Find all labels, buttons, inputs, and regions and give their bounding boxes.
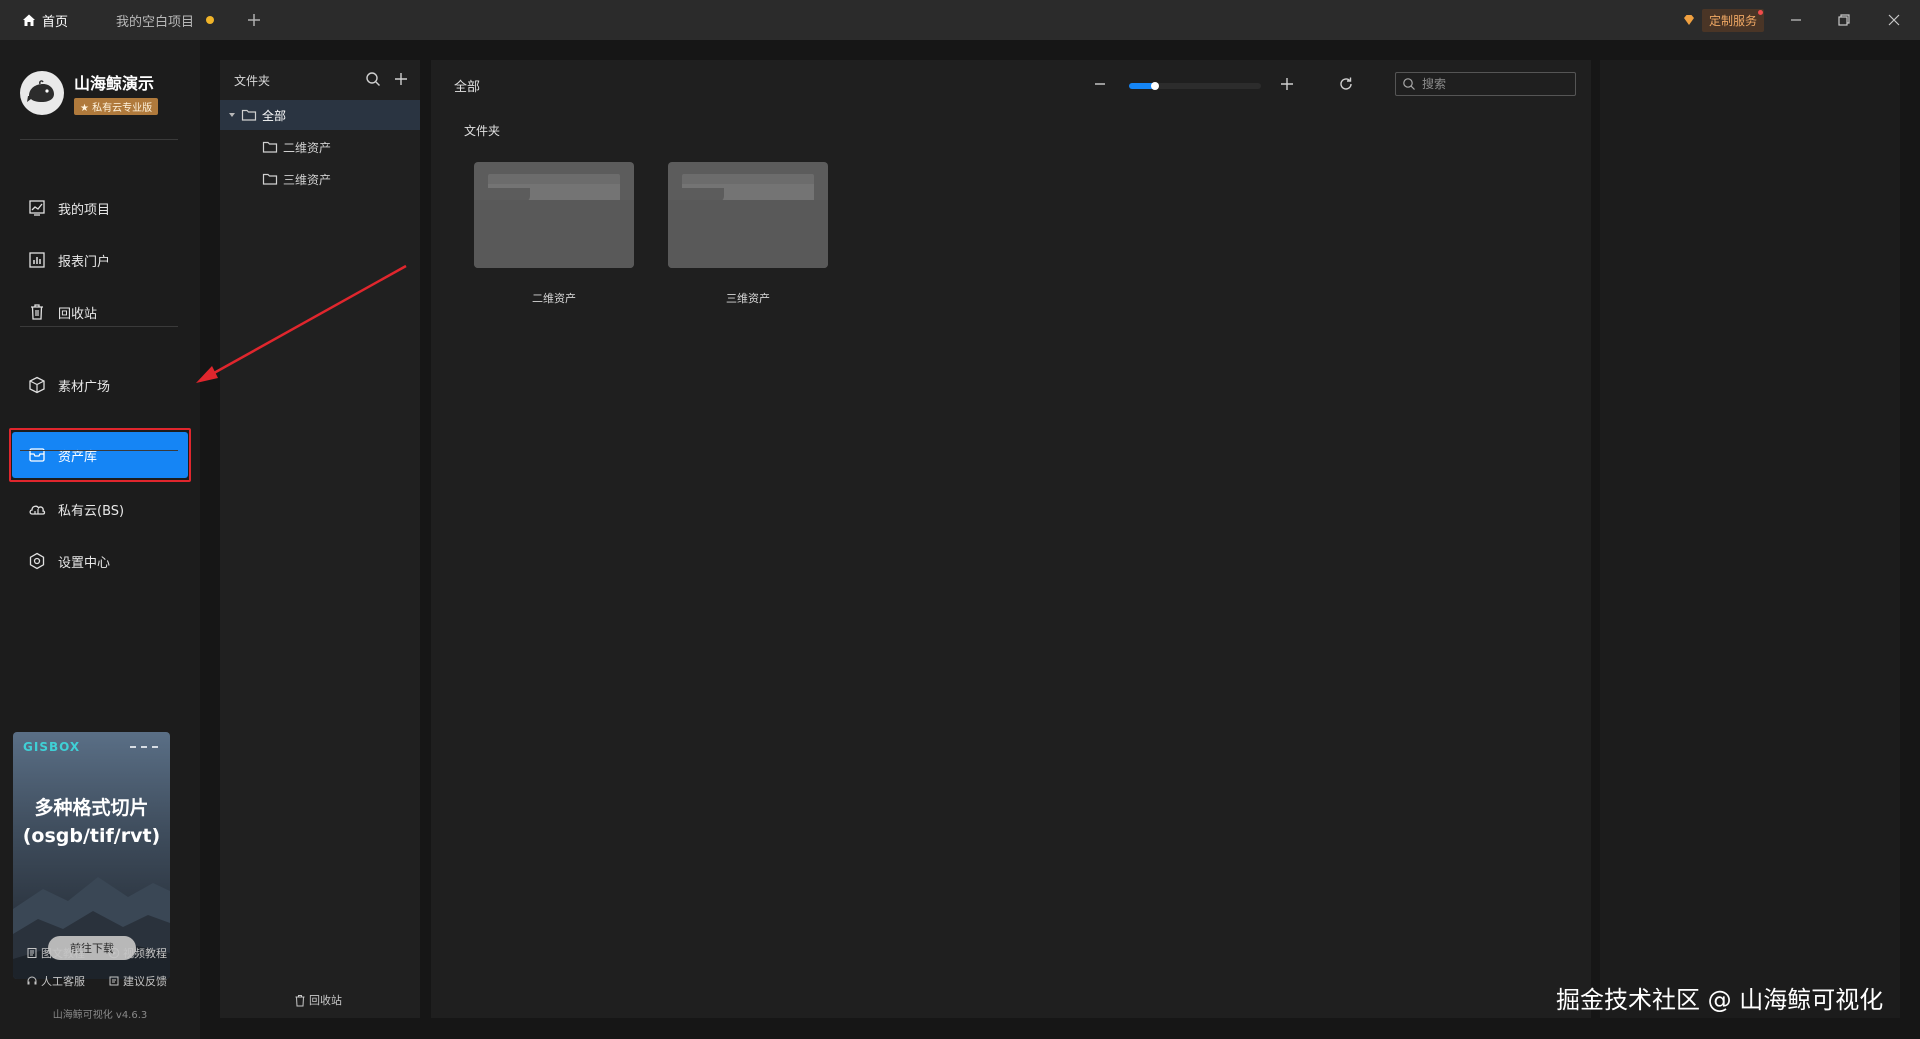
folder-recycle-bin[interactable]: 回收站 — [294, 992, 342, 1008]
add-folder-icon[interactable] — [392, 70, 410, 88]
sidebar-item-private-cloud[interactable]: 私有云(BS) — [12, 486, 188, 532]
promo-line-2: (osgb/tif/rvt) — [22, 825, 161, 847]
section-label-folders: 文件夹 — [464, 124, 501, 138]
search-icon — [1403, 78, 1415, 90]
folder-card-2d-assets[interactable]: 二维资产 — [474, 162, 634, 306]
divider — [20, 450, 178, 451]
sidebar-item-label: 素材广场 — [58, 379, 111, 395]
diamond-icon — [1684, 15, 1694, 25]
promo-card[interactable]: GISBOX 多种格式切片 (osgb/tif/rvt) 前往下载 — [13, 732, 170, 979]
sidebar-item-label: 报表门户 — [58, 254, 111, 270]
caret-down-icon[interactable] — [228, 111, 236, 119]
detail-panel — [1600, 60, 1900, 1018]
folder-thumbnail-icon — [474, 162, 634, 268]
tree-item-label: 二维资产 — [283, 140, 332, 155]
sidebar-item-my-projects[interactable]: 我的项目 — [12, 185, 188, 231]
zoom-out-icon[interactable] — [1090, 74, 1110, 94]
sidebar-item-recycle-bin[interactable]: 回收站 — [12, 289, 188, 335]
folder-panel: 文件夹 全部 二维资产 三维资产 回收站 — [220, 60, 420, 1018]
tab-project-label: 我的空白项目 — [116, 14, 195, 30]
cloud-icon — [29, 505, 46, 515]
folder-icon — [262, 173, 278, 185]
tree-item-3d-assets[interactable]: 三维资产 — [220, 164, 420, 194]
tab-project[interactable]: 我的空白项目 — [116, 0, 215, 40]
tab-home-label: 首页 — [42, 14, 69, 30]
zoom-slider-thumb[interactable] — [1151, 82, 1159, 90]
feedback-icon — [109, 976, 119, 986]
brand: 山海鲸演示 ★ 私有云专业版 — [20, 70, 159, 115]
sidebar-item-report-portal[interactable]: 报表门户 — [12, 237, 188, 283]
document-icon — [27, 948, 37, 958]
promo-brand: GISBOX — [23, 740, 81, 754]
support-label: 人工客服 — [41, 975, 85, 988]
zoom-in-icon[interactable] — [1277, 74, 1297, 94]
refresh-icon[interactable] — [1336, 74, 1356, 94]
whale-logo-icon — [20, 70, 64, 115]
title-bar: 首页 我的空白项目 定制服务 — [0, 0, 1920, 40]
tab-home[interactable]: 首页 — [22, 0, 68, 40]
asset-browser: 全部 文件夹 二维资产 三维资产 — [431, 60, 1591, 1018]
brand-name: 山海鲸演示 — [74, 74, 155, 93]
promo-headline: 多种格式切片 (osgb/tif/rvt) — [13, 794, 170, 850]
version-label: 山海鲸可视化 v4.6.3 — [52, 1010, 148, 1021]
folder-thumbnail-icon — [668, 162, 828, 268]
trash-icon — [31, 304, 43, 320]
headset-icon — [27, 976, 37, 985]
folder-icon — [262, 141, 278, 153]
restore-icon[interactable] — [1834, 10, 1854, 30]
search-icon[interactable] — [364, 70, 382, 88]
video-tutorial-link[interactable]: 视频教程 — [108, 945, 167, 961]
tutorial-link[interactable]: 图文教程 — [26, 945, 85, 961]
watermark: 掘金技术社区 @ 山海鲸可视化 — [1556, 986, 1884, 1014]
support-link[interactable]: 人工客服 — [26, 973, 85, 989]
gear-icon — [29, 552, 45, 570]
tree-item-label: 三维资产 — [283, 172, 332, 187]
home-icon — [23, 14, 35, 26]
folder-card-3d-assets[interactable]: 三维资产 — [668, 162, 828, 306]
zoom-slider[interactable] — [1129, 82, 1261, 90]
play-icon — [108, 947, 120, 959]
close-icon[interactable] — [1884, 10, 1904, 30]
divider — [20, 326, 178, 327]
sidebar-item-settings[interactable]: 设置中心 — [12, 538, 188, 584]
custom-service-button[interactable]: 定制服务 — [1682, 8, 1765, 32]
feedback-label: 建议反馈 — [123, 975, 167, 988]
tree-item-all[interactable]: 全部 — [220, 100, 420, 130]
sidebar-item-label: 我的项目 — [58, 202, 111, 218]
promo-decoration — [130, 746, 158, 748]
custom-service-label: 定制服务 — [1702, 8, 1765, 32]
chart-icon — [29, 200, 45, 216]
search-input[interactable] — [1422, 77, 1562, 91]
feedback-link[interactable]: 建议反馈 — [108, 973, 167, 989]
search-box[interactable] — [1395, 72, 1576, 96]
sidebar-item-label: 设置中心 — [58, 555, 111, 571]
add-tab-icon[interactable] — [244, 10, 264, 30]
highlight-box — [9, 428, 191, 482]
sidebar-item-material-square[interactable]: 素材广场 — [12, 362, 188, 408]
folder-recycle-label: 回收站 — [309, 994, 342, 1007]
divider — [20, 139, 178, 140]
edition-badge: ★ 私有云专业版 — [74, 98, 159, 115]
tutorial-label: 图文教程 — [41, 947, 85, 960]
folder-icon — [241, 109, 257, 121]
sidebar-item-label: 私有云(BS) — [58, 503, 125, 519]
minimize-icon[interactable] — [1786, 10, 1806, 30]
tree-item-2d-assets[interactable]: 二维资产 — [220, 132, 420, 162]
folder-panel-title: 文件夹 — [234, 74, 271, 88]
folder-name: 三维资产 — [726, 292, 770, 305]
left-sidebar: 山海鲸演示 ★ 私有云专业版 我的项目 报表门户 回收站 素材广场 资产库 私有… — [0, 40, 200, 1039]
promo-line-1: 多种格式切片 — [34, 797, 149, 819]
cube-icon — [29, 376, 45, 394]
tree-item-label: 全部 — [262, 108, 287, 123]
video-label: 视频教程 — [123, 947, 167, 960]
trash-icon — [295, 994, 305, 1006]
unsaved-dot — [206, 16, 215, 24]
folder-name: 二维资产 — [532, 292, 576, 305]
sidebar-item-label: 回收站 — [58, 306, 98, 322]
current-folder-title: 全部 — [454, 80, 481, 95]
report-icon — [29, 252, 45, 268]
